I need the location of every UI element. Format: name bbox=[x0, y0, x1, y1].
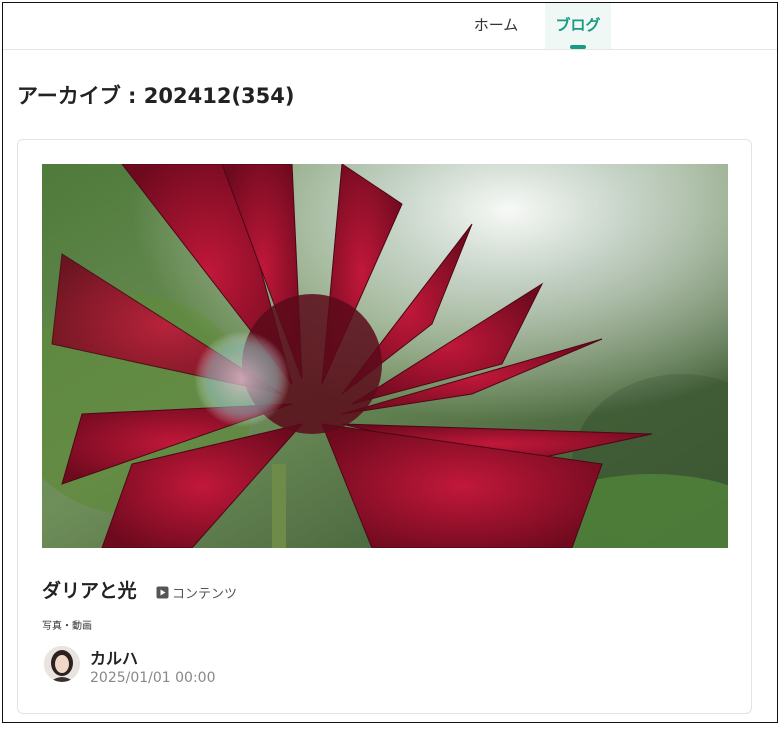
post-category[interactable]: 写真・動画 bbox=[42, 617, 92, 632]
avatar-image bbox=[44, 646, 80, 682]
archive-title: アーカイブ : 202412(354) bbox=[17, 84, 295, 108]
author-avatar[interactable] bbox=[44, 646, 80, 682]
post-type-label: コンテンツ bbox=[172, 587, 238, 602]
post-card[interactable]: ダリアと光 コンテンツ 写真・動画 カルハ 2025/01/01 00:00 bbox=[17, 139, 752, 714]
top-navigation: ホーム ブログ bbox=[3, 3, 777, 50]
post-type-tag: コンテンツ bbox=[156, 583, 237, 602]
tab-blog[interactable]: ブログ bbox=[545, 3, 611, 49]
video-icon bbox=[156, 586, 169, 599]
tab-home[interactable]: ホーム bbox=[465, 3, 527, 49]
post-title[interactable]: ダリアと光 bbox=[42, 576, 137, 603]
post-thumbnail-image[interactable] bbox=[42, 164, 728, 548]
tab-blog-label: ブログ bbox=[555, 16, 601, 34]
active-tab-indicator bbox=[570, 45, 586, 49]
page-frame: ホーム ブログ アーカイブ : 202412(354) ダリアと光 コンテンツ … bbox=[2, 2, 778, 723]
post-date: 2025/01/01 00:00 bbox=[90, 670, 216, 686]
author-name[interactable]: カルハ bbox=[90, 645, 138, 669]
tab-home-label: ホーム bbox=[473, 16, 519, 34]
